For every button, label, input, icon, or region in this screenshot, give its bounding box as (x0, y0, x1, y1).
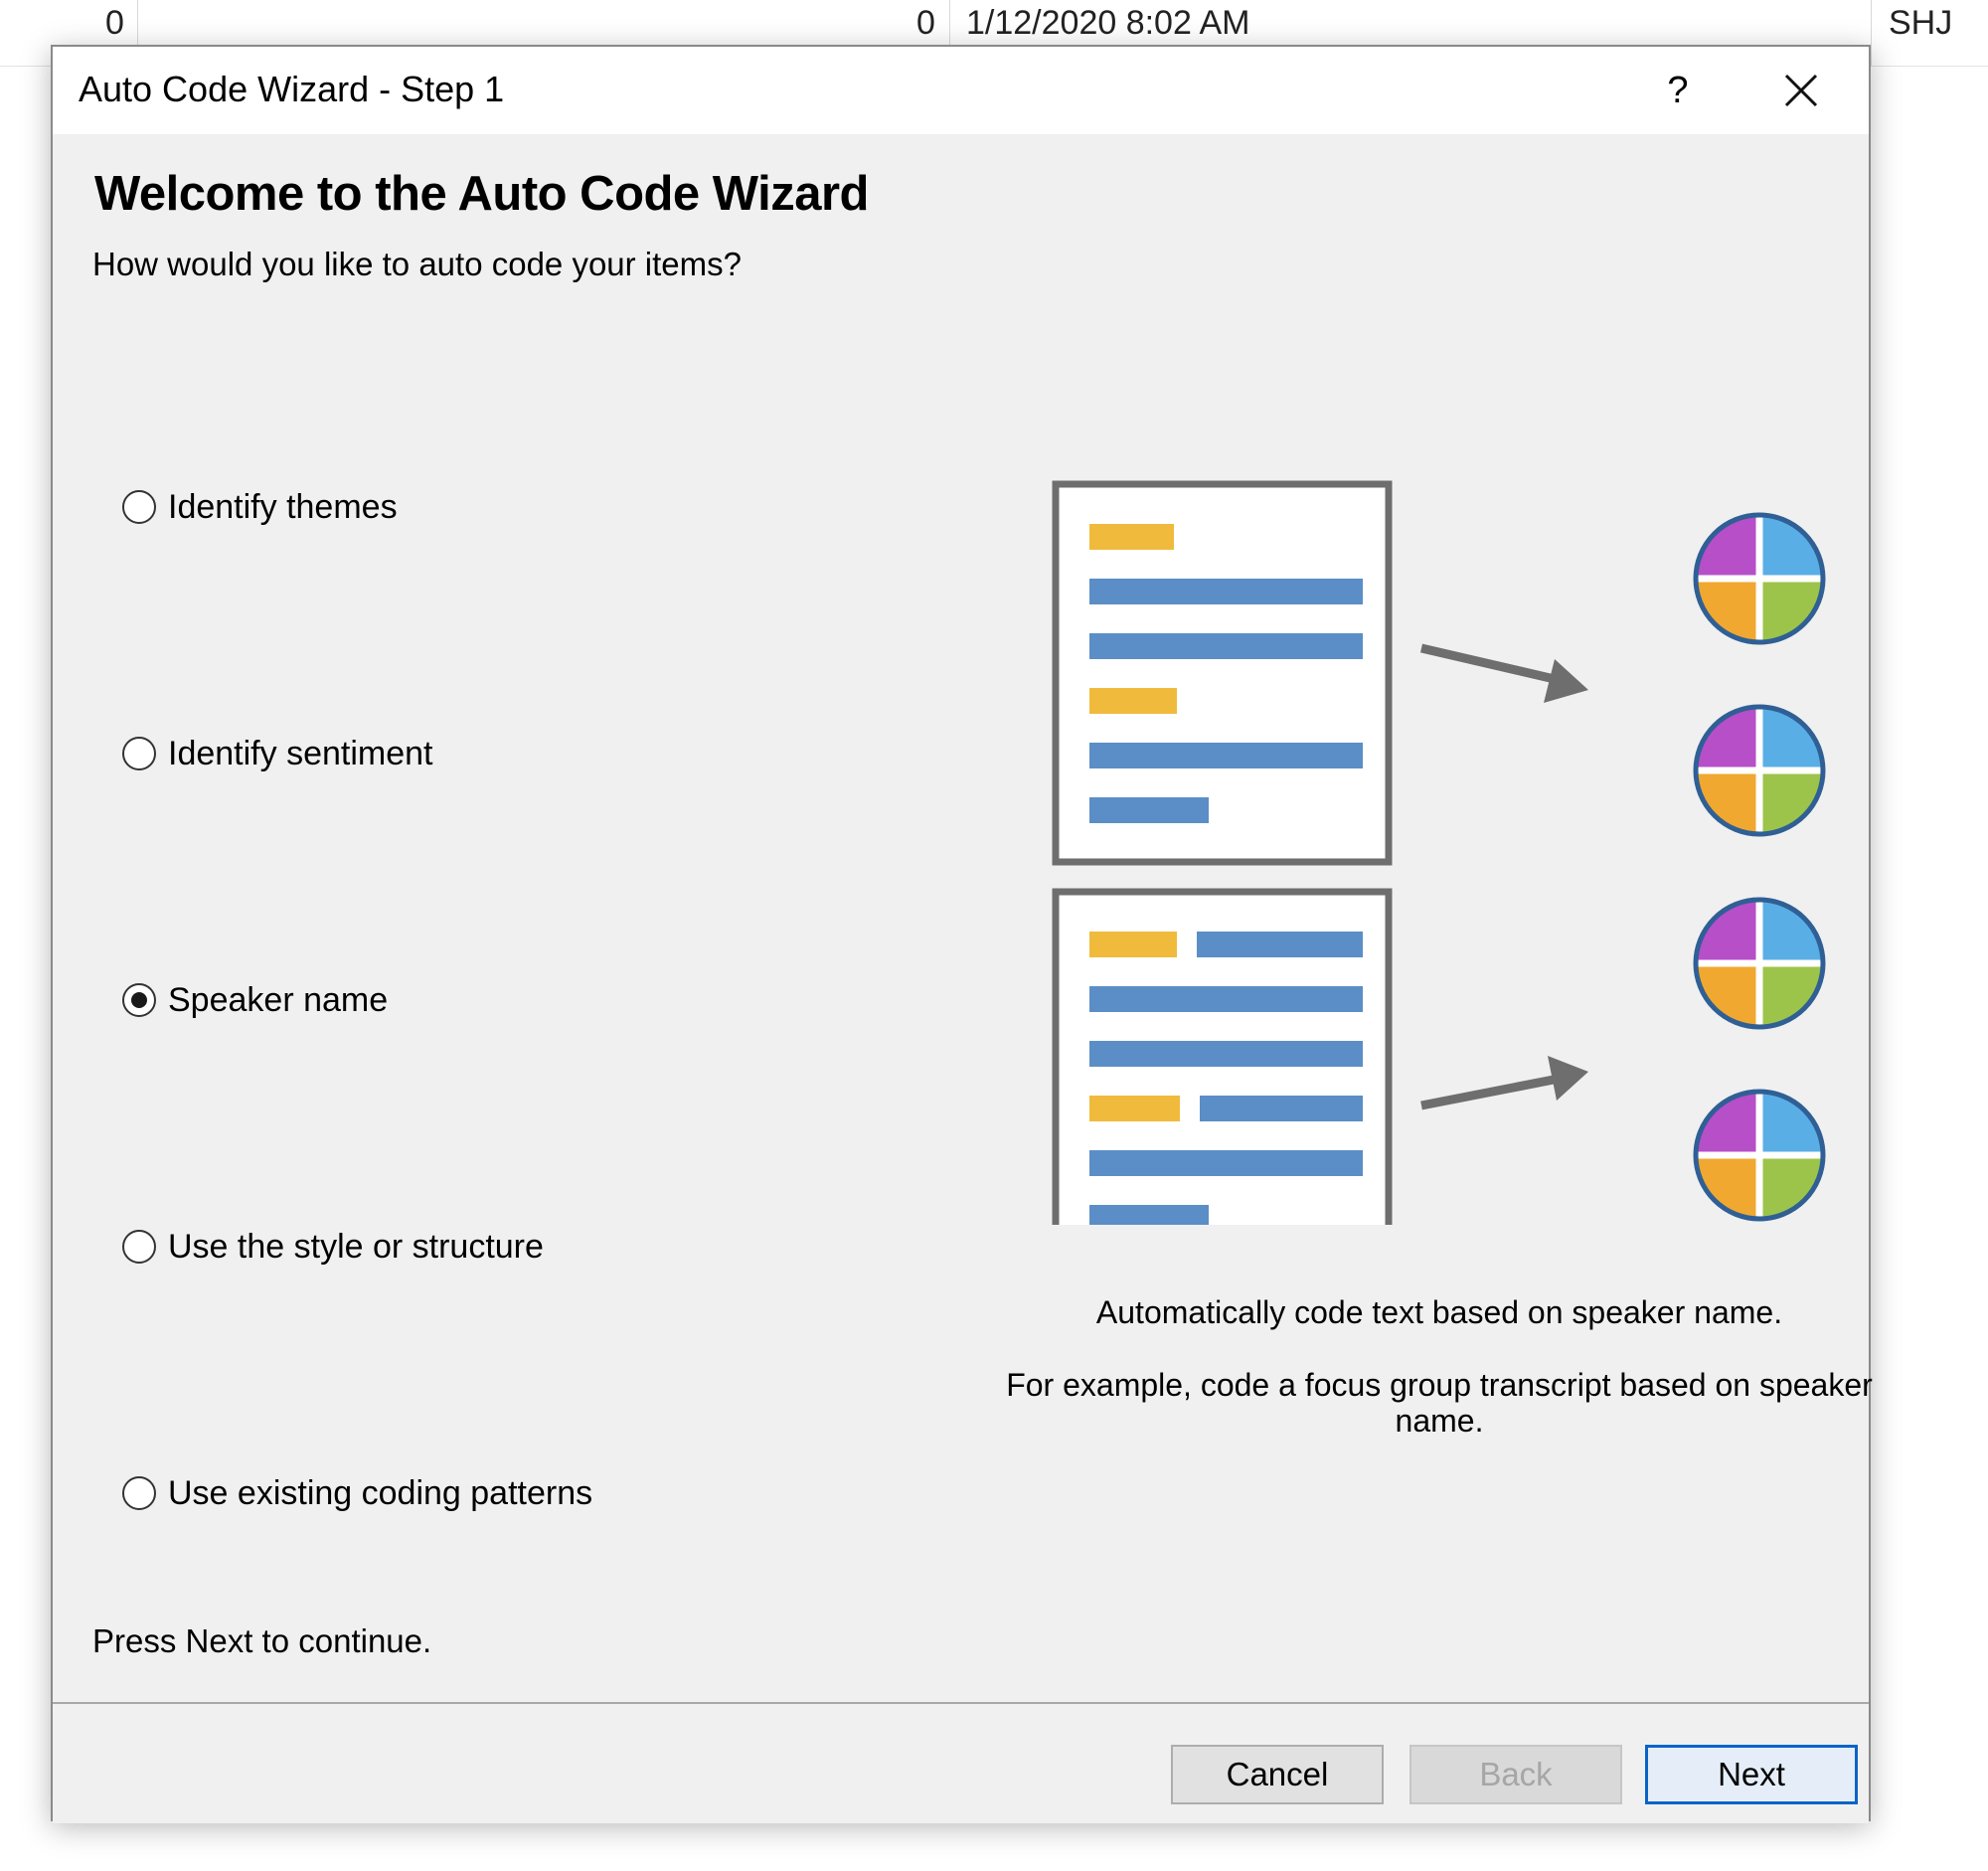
dialog-title: Auto Code Wizard - Step 1 (79, 69, 505, 109)
bg-cell-count-a: 0 (105, 4, 124, 42)
help-button[interactable]: ? (1643, 57, 1713, 124)
radio-speaker-name[interactable] (122, 983, 156, 1017)
bg-column-separator (1871, 0, 1872, 66)
option-label: Identify themes (168, 487, 398, 526)
radio-existing-coding-patterns[interactable] (122, 1476, 156, 1510)
option-label: Speaker name (168, 980, 389, 1019)
option-identify-sentiment[interactable]: Identify sentiment (122, 729, 432, 778)
back-button[interactable]: Back (1409, 1745, 1622, 1804)
radio-identify-sentiment[interactable] (122, 737, 156, 770)
speaker-name-illustration (1052, 480, 1847, 1225)
arrow-right-icon (1420, 1056, 1588, 1110)
footer-hint: Press Next to continue. (92, 1622, 432, 1659)
option-identify-themes[interactable]: Identify themes (122, 482, 398, 532)
page-title: Welcome to the Auto Code Wizard (94, 167, 869, 221)
option-style-or-structure[interactable]: Use the style or structure (122, 1222, 544, 1272)
close-button[interactable] (1760, 57, 1842, 124)
close-icon (1784, 74, 1818, 107)
next-button[interactable]: Next (1645, 1745, 1858, 1804)
option-existing-coding-patterns[interactable]: Use existing coding patterns (122, 1468, 592, 1518)
bg-cell-count-b: 0 (916, 4, 935, 42)
code-node-icon (1696, 1092, 1823, 1219)
page-subtitle: How would you like to auto code your ite… (92, 246, 743, 282)
dialog-button-bar: Cancel Back Next (53, 1702, 1869, 1823)
code-node-icon (1696, 900, 1823, 1027)
arrow-right-icon (1419, 643, 1588, 703)
code-node-icon (1696, 515, 1823, 642)
auto-code-wizard-dialog: Auto Code Wizard - Step 1 ? Welcome to t… (51, 45, 1873, 1823)
bg-cell-user: SHJ (1889, 4, 1953, 42)
document-icon (1052, 480, 1393, 866)
radio-identify-themes[interactable] (122, 490, 156, 524)
cancel-button[interactable]: Cancel (1171, 1745, 1384, 1804)
document-icon (1052, 888, 1393, 1225)
option-speaker-name[interactable]: Speaker name (122, 975, 388, 1025)
option-label: Identify sentiment (168, 734, 433, 772)
option-label: Use existing coding patterns (168, 1473, 593, 1512)
radio-style-or-structure[interactable] (122, 1230, 156, 1264)
option-description: Automatically code text based on speaker… (1095, 1294, 1783, 1330)
option-label: Use the style or structure (168, 1227, 544, 1266)
bg-cell-date: 1/12/2020 8:02 AM (966, 4, 1250, 42)
code-node-icon (1696, 707, 1823, 834)
option-example: For example, code a focus group transcri… (1006, 1367, 1873, 1439)
dialog-titlebar[interactable]: Auto Code Wizard - Step 1 ? (53, 47, 1869, 134)
